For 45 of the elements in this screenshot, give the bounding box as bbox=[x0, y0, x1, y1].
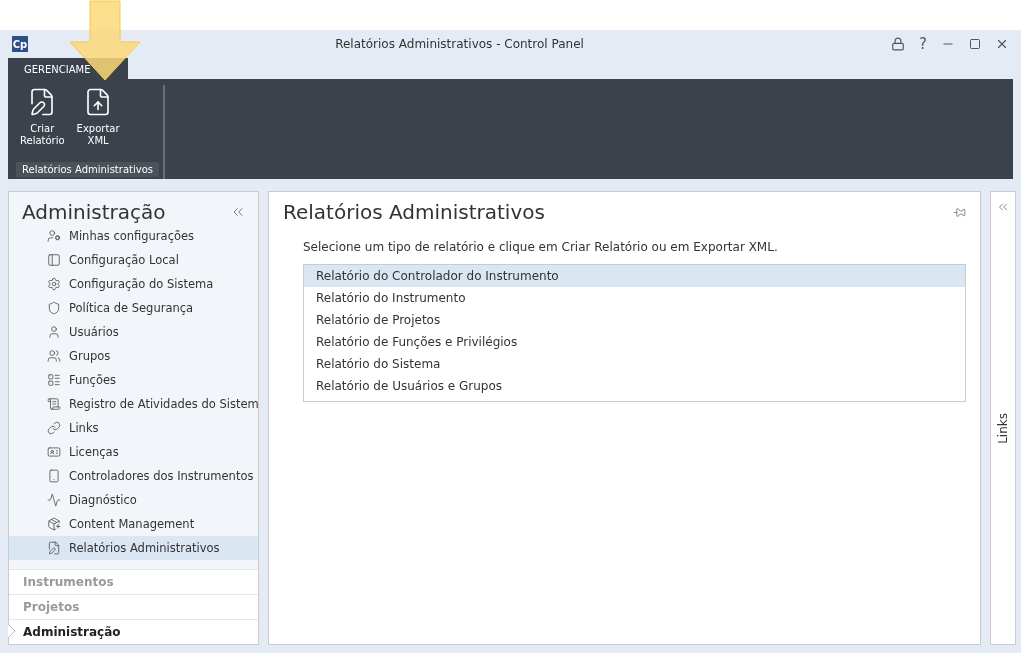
sidebar-item[interactable]: Configuração Local bbox=[9, 248, 258, 272]
id-card-icon bbox=[47, 445, 61, 459]
pin-icon[interactable] bbox=[953, 205, 966, 219]
sidebar-item[interactable]: Relatórios Administrativos bbox=[9, 536, 258, 560]
user-icon bbox=[47, 325, 61, 339]
shield-icon bbox=[47, 301, 61, 315]
sidebar-item[interactable]: Diagnóstico bbox=[9, 488, 258, 512]
sidebar-item[interactable]: Controladores dos Instrumentos bbox=[9, 464, 258, 488]
link-icon bbox=[47, 421, 61, 435]
instruction-text: Selecione um tipo de relatório e clique em Criar Relatório ou em Exportar XML. bbox=[303, 240, 779, 254]
sidebar-item[interactable]: Usuários bbox=[9, 320, 258, 344]
sidebar-item[interactable]: Configuração do Sistema bbox=[9, 272, 258, 296]
settings-icon bbox=[47, 229, 61, 243]
sidebar-item[interactable]: Links bbox=[9, 416, 258, 440]
users-icon bbox=[47, 349, 61, 363]
sidebar-title: Administração bbox=[22, 200, 166, 224]
sidebar-item[interactable]: Política de Segurança bbox=[9, 296, 258, 320]
close-icon[interactable] bbox=[995, 37, 1009, 51]
sidebar-item[interactable]: Registro de Atividades do Sistem bbox=[9, 392, 258, 416]
edit-document-icon bbox=[47, 541, 61, 555]
sidebar-item[interactable]: Licenças bbox=[9, 440, 258, 464]
document-icon bbox=[47, 397, 61, 411]
box-icon bbox=[47, 517, 61, 531]
list-icon bbox=[47, 373, 61, 387]
gear-icon bbox=[47, 277, 61, 291]
sidebar-item[interactable]: Funções bbox=[9, 368, 258, 392]
selection-notch-icon bbox=[8, 624, 16, 638]
panel-title: Relatórios Administrativos bbox=[283, 200, 545, 224]
ribbon-button[interactable]: Criar Relatório bbox=[16, 85, 69, 162]
report-item[interactable]: Relatório do Controlador do Instrumento bbox=[304, 265, 965, 287]
nav-item[interactable]: Administração bbox=[9, 619, 258, 644]
app-logo: Cp bbox=[12, 36, 28, 52]
panel-icon bbox=[47, 253, 61, 267]
sidebar-item[interactable]: Grupos bbox=[9, 344, 258, 368]
window-title: Relatórios Administrativos - Control Panel bbox=[334, 37, 585, 51]
ribbon-button[interactable]: Exportar XML bbox=[72, 85, 124, 162]
links-panel-title: Links bbox=[996, 413, 1010, 444]
group-label: Relatórios Administrativos bbox=[16, 162, 159, 177]
maximize-icon[interactable] bbox=[969, 38, 981, 50]
sidebar-item[interactable]: Minhas configurações bbox=[9, 224, 258, 248]
help-button[interactable]: ? bbox=[919, 35, 927, 53]
device-icon bbox=[47, 469, 61, 483]
lock-icon[interactable] bbox=[891, 37, 906, 51]
sidebar-item[interactable]: Content Management bbox=[9, 512, 258, 536]
pulse-icon bbox=[47, 493, 61, 507]
